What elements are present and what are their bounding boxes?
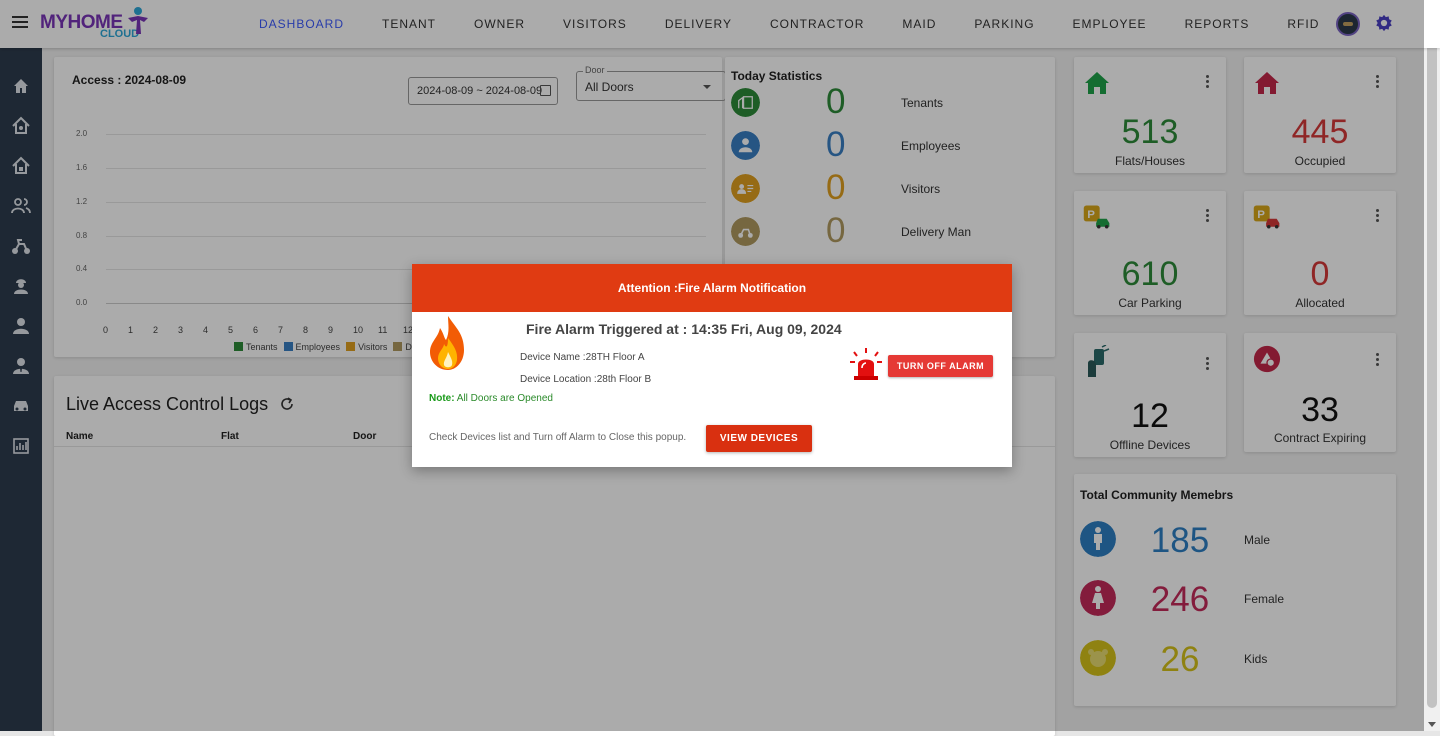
page-scrollbar[interactable] bbox=[1424, 0, 1440, 731]
scrollbar-thumb[interactable] bbox=[1427, 12, 1437, 708]
turn-off-alarm-button[interactable]: TURN OFF ALARM bbox=[888, 355, 993, 377]
device-name: Device Name :28TH Floor A bbox=[520, 352, 645, 363]
fire-alarm-dialog: Attention :Fire Alarm Notification Fire … bbox=[412, 264, 1012, 467]
note-text: All Doors are Opened bbox=[454, 393, 553, 404]
alarm-triggered-title: Fire Alarm Triggered at : 14:35 Fri, Aug… bbox=[526, 321, 842, 337]
scroll-down-arrow-icon[interactable] bbox=[1428, 722, 1436, 727]
doors-note: Note: All Doors are Opened bbox=[429, 393, 553, 404]
view-devices-button[interactable]: VIEW DEVICES bbox=[706, 425, 812, 452]
device-location: Device Location :28th Floor B bbox=[520, 374, 652, 385]
check-devices-text: Check Devices list and Turn off Alarm to… bbox=[429, 432, 687, 443]
dialog-header: Attention :Fire Alarm Notification bbox=[412, 264, 1012, 312]
fire-icon bbox=[430, 316, 464, 370]
siren-icon bbox=[850, 348, 882, 380]
note-label: Note: bbox=[429, 393, 455, 404]
